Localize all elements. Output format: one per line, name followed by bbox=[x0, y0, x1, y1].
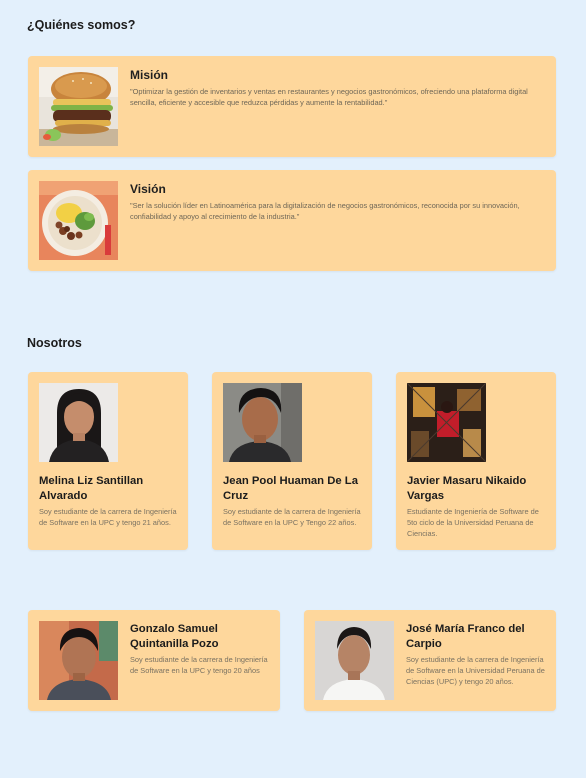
member-card: Jean Pool Huaman De La Cruz Soy estudian… bbox=[212, 372, 372, 550]
member-photo bbox=[39, 621, 118, 700]
member-card: José María Franco del Carpio Soy estudia… bbox=[304, 610, 556, 711]
member-photo bbox=[315, 621, 394, 700]
member-name: Melina Liz Santillan Alvarado bbox=[39, 475, 144, 502]
member-photo bbox=[39, 383, 118, 462]
member-card: Melina Liz Santillan Alvarado Soy estudi… bbox=[28, 372, 188, 550]
member-card: Javier Masaru Nikaido Vargas Estudiante … bbox=[396, 372, 556, 550]
food-plate-image bbox=[39, 181, 118, 260]
vision-card: Visión "Ser la solución líder en Latinoa… bbox=[28, 170, 556, 271]
about-section-title: ¿Quiénes somos? bbox=[27, 18, 136, 32]
member-name: Javier Masaru Nikaido Vargas bbox=[407, 475, 527, 502]
member-name: José María Franco del Carpio bbox=[406, 623, 525, 650]
vision-text: "Ser la solución líder en Latinoamérica … bbox=[130, 201, 520, 221]
member-description: Estudiante de Ingeniería de Software de … bbox=[407, 507, 539, 538]
member-photo bbox=[223, 383, 302, 462]
member-card: Gonzalo Samuel Quintanilla Pozo Soy estu… bbox=[28, 610, 280, 711]
member-photo bbox=[407, 383, 486, 462]
member-description: Soy estudiante de la carrera de Ingenier… bbox=[406, 655, 545, 686]
burger-image bbox=[39, 67, 118, 146]
member-description: Soy estudiante de la carrera de Ingenier… bbox=[223, 507, 361, 527]
member-description: Soy estudiante de la carrera de Ingenier… bbox=[39, 507, 177, 527]
vision-title: Visión bbox=[130, 182, 166, 196]
mission-text: "Optimizar la gestión de inventarios y v… bbox=[130, 87, 528, 107]
mission-title: Misión bbox=[130, 68, 168, 82]
member-description: Soy estudiante de la carrera de Ingenier… bbox=[130, 655, 268, 675]
mission-card: Misión "Optimizar la gestión de inventar… bbox=[28, 56, 556, 157]
team-section-title: Nosotros bbox=[27, 336, 82, 350]
member-name: Gonzalo Samuel Quintanilla Pozo bbox=[130, 623, 219, 650]
member-name: Jean Pool Huaman De La Cruz bbox=[223, 475, 358, 502]
